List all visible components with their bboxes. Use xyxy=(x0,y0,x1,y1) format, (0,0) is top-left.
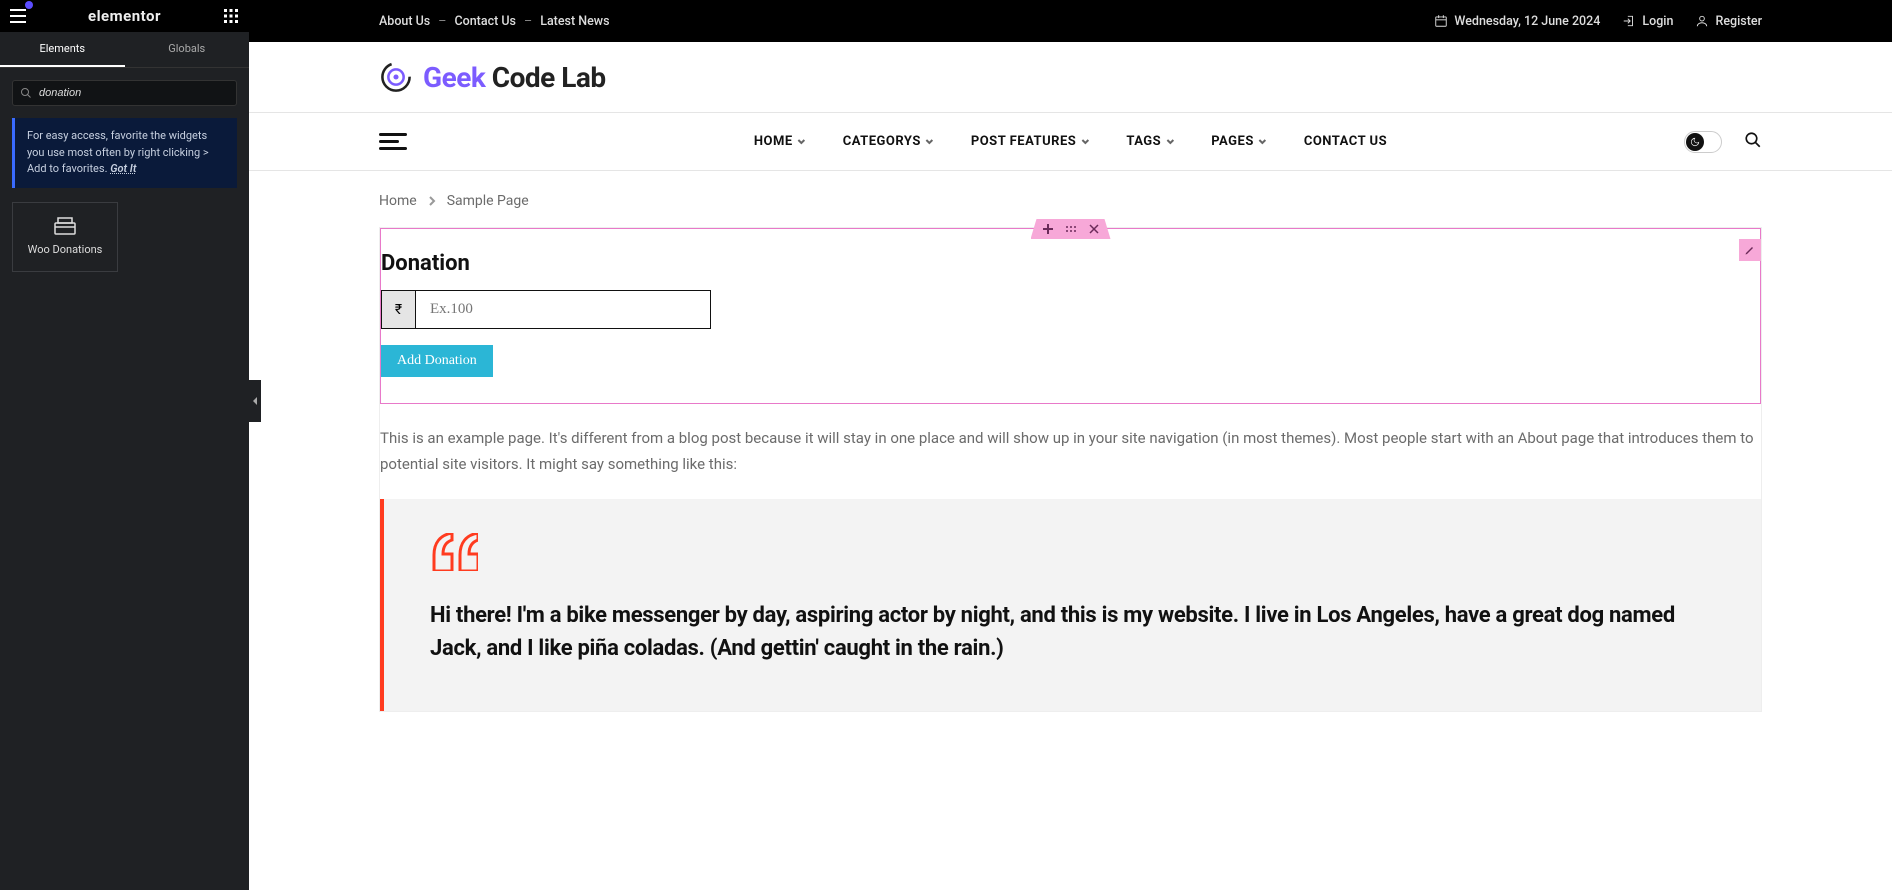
sidebar-apps-button[interactable] xyxy=(219,4,243,28)
theme-toggle[interactable] xyxy=(1684,131,1722,153)
widget-search-input[interactable] xyxy=(12,80,237,106)
search-icon xyxy=(1744,131,1762,149)
topbar-register-button[interactable]: Register xyxy=(1695,14,1762,29)
nav-right xyxy=(1684,131,1762,153)
nav-item-home[interactable]: HOME xyxy=(754,134,807,149)
brand-text: Geek Code Lab xyxy=(423,61,606,94)
topbar-link-about[interactable]: About Us xyxy=(379,14,430,29)
breadcrumb: Home Sample Page xyxy=(249,171,1892,227)
site-brand[interactable]: Geek Code Lab xyxy=(379,60,606,94)
quote-text: Hi there! I'm a bike messenger by day, a… xyxy=(430,599,1715,665)
sidebar-menu-button[interactable] xyxy=(6,4,30,28)
notification-dot xyxy=(25,1,33,9)
topbar-login-button[interactable]: Login xyxy=(1622,14,1673,29)
topbar-login-label: Login xyxy=(1642,14,1673,29)
pencil-icon xyxy=(1744,244,1756,256)
topbar-date: Wednesday, 12 June 2024 xyxy=(1434,14,1600,29)
chevron-down-icon xyxy=(925,137,935,147)
handle-delete-button[interactable] xyxy=(1089,224,1099,234)
sidebar-header: elementor xyxy=(0,0,249,32)
elementor-sidebar: elementor Elements Globals For easy acce… xyxy=(0,0,249,890)
search-icon xyxy=(20,87,32,99)
topbar-link-news[interactable]: Latest News xyxy=(540,14,609,29)
widget-woo-donations[interactable]: Woo Donations xyxy=(12,202,118,272)
nav-item-tags[interactable]: TAGS xyxy=(1126,134,1175,149)
nav-item-contact[interactable]: CONTACT US xyxy=(1304,134,1387,149)
topbar-links: About Us – Contact Us – Latest News xyxy=(379,14,610,29)
calendar-icon xyxy=(1434,14,1448,28)
chevron-down-icon xyxy=(797,137,807,147)
topbar-link-contact[interactable]: Contact Us xyxy=(454,14,516,29)
add-donation-button[interactable]: Add Donation xyxy=(381,345,493,377)
elementor-edit-button[interactable] xyxy=(1739,239,1761,261)
chevron-down-icon xyxy=(1080,137,1090,147)
nav-item-post-features[interactable]: POST FEATURES xyxy=(971,134,1090,149)
brand-logo-icon xyxy=(379,60,413,94)
tip-gotit-button[interactable]: Got It xyxy=(110,162,136,175)
donation-title: Donation xyxy=(381,251,1760,276)
topbar-right: Wednesday, 12 June 2024 Login Register xyxy=(1434,14,1762,29)
donation-input-row: ₹ xyxy=(381,290,1760,329)
login-icon xyxy=(1622,14,1636,28)
chevron-right-icon xyxy=(427,196,437,206)
handle-drag-button[interactable] xyxy=(1065,225,1077,233)
main-navbar: HOME CATEGORYS POST FEATURES TAGS PAGES … xyxy=(249,113,1892,171)
brand-geek: Geek xyxy=(423,61,485,94)
content-card: Donation ₹ Add Donation This is an examp… xyxy=(379,227,1762,712)
donation-currency: ₹ xyxy=(381,290,415,329)
sidebar-collapse-button[interactable] xyxy=(249,380,261,422)
elementor-logo: elementor xyxy=(88,7,161,25)
site-topbar: About Us – Contact Us – Latest News Wedn… xyxy=(249,0,1892,42)
brand-bar: Geek Code Lab xyxy=(249,42,1892,113)
tab-elements[interactable]: Elements xyxy=(0,32,125,67)
moon-icon xyxy=(1690,137,1700,147)
nav-item-pages[interactable]: PAGES xyxy=(1211,134,1268,149)
widget-label: Woo Donations xyxy=(28,243,103,256)
nav-links: HOME CATEGORYS POST FEATURES TAGS PAGES … xyxy=(754,134,1387,149)
nav-hamburger-button[interactable] xyxy=(379,133,407,150)
widget-list: Woo Donations xyxy=(0,202,249,272)
brand-rest: Code Lab xyxy=(485,61,605,94)
handle-add-button[interactable] xyxy=(1043,224,1053,234)
chevron-down-icon xyxy=(1165,137,1175,147)
favorites-tip: For easy access, favorite the widgets yo… xyxy=(12,118,237,188)
sample-paragraph: This is an example page. It's different … xyxy=(380,426,1761,477)
sidebar-tabs: Elements Globals xyxy=(0,32,249,68)
elementor-selected-widget[interactable]: Donation ₹ Add Donation xyxy=(380,228,1761,404)
theme-toggle-knob xyxy=(1686,133,1704,151)
breadcrumb-current: Sample Page xyxy=(447,193,529,209)
widget-search xyxy=(12,80,237,106)
chevron-down-icon xyxy=(1258,137,1268,147)
topbar-sep: – xyxy=(524,14,532,29)
navbar-search-button[interactable] xyxy=(1744,131,1762,153)
donations-icon xyxy=(54,217,76,235)
nav-item-categorys[interactable]: CATEGORYS xyxy=(843,134,935,149)
breadcrumb-home[interactable]: Home xyxy=(379,193,417,209)
quote-icon xyxy=(430,533,1715,575)
donation-widget: Donation ₹ Add Donation xyxy=(381,251,1760,377)
user-icon xyxy=(1695,14,1709,28)
blockquote: Hi there! I'm a bike messenger by day, a… xyxy=(380,499,1761,711)
page-preview: About Us – Contact Us – Latest News Wedn… xyxy=(249,0,1892,890)
topbar-register-label: Register xyxy=(1715,14,1762,29)
elementor-section-handle xyxy=(1031,219,1111,239)
topbar-date-text: Wednesday, 12 June 2024 xyxy=(1454,14,1600,29)
content-wrap: Donation ₹ Add Donation This is an examp… xyxy=(249,227,1892,752)
donation-amount-input[interactable] xyxy=(415,290,711,329)
topbar-sep: – xyxy=(438,14,446,29)
tab-globals[interactable]: Globals xyxy=(125,32,250,67)
